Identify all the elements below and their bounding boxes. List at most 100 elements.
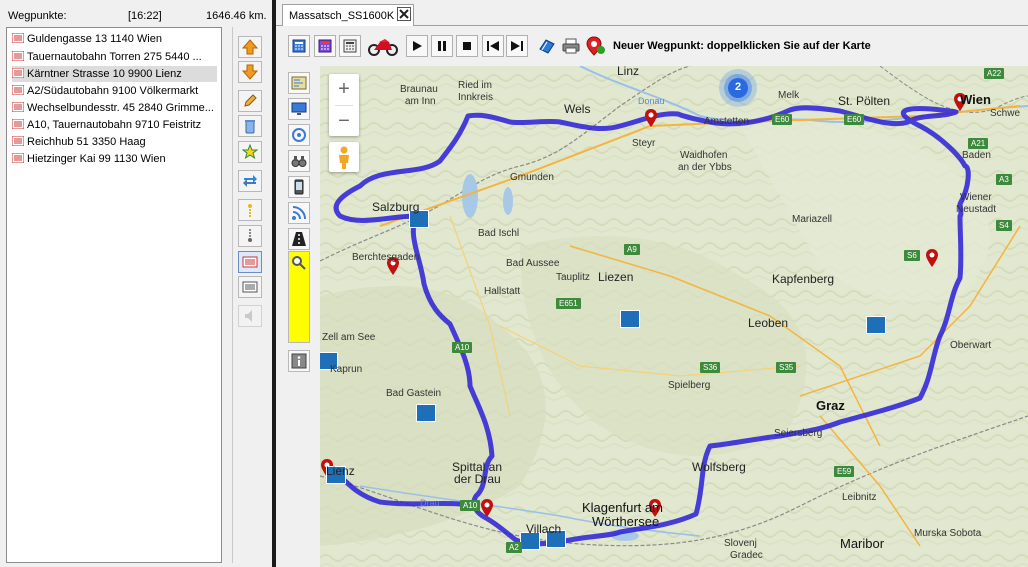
route-map[interactable]: 2 + − Linz Ried im Innkreis Braunau am I…	[320, 66, 1028, 567]
label-baden: Baden	[962, 150, 991, 161]
traffic-camera-icon[interactable]	[416, 404, 436, 422]
reverse-route-button[interactable]	[238, 170, 262, 192]
zoom-control: + −	[329, 74, 359, 136]
tab-route-map[interactable]: Massatsch_SS1600K	[282, 4, 414, 26]
calculate-route-red-button[interactable]	[314, 35, 336, 57]
waypoint-item-7[interactable]: Reichhub 51 3350 Haag	[12, 134, 217, 150]
waypoint-item-2[interactable]: Tauernautobahn Torren 275 5440 ...	[12, 49, 217, 65]
pause-button[interactable]	[431, 35, 453, 57]
route-list-button[interactable]	[238, 276, 262, 298]
calculator-red-icon	[318, 39, 332, 53]
arrow-up-icon	[242, 39, 258, 55]
waypoints-header: Wegpunkte: [16:22] 1646.46 km.	[0, 0, 272, 26]
waypoint-marker-haag[interactable]	[644, 108, 658, 128]
delete-waypoint-button[interactable]	[238, 115, 262, 137]
waypoint-label: A2/Südautobahn 9100 Völkermarkt	[27, 85, 199, 97]
street-view-button[interactable]	[329, 142, 359, 172]
map-tools-toolbar	[286, 68, 314, 378]
label-kapfenberg: Kapfenberg	[772, 272, 835, 286]
label-innkreis: Innkreis	[458, 92, 494, 103]
move-waypoint-up-button[interactable]	[238, 36, 262, 58]
waypoint-flag-icon	[12, 50, 25, 62]
label-bad-ischl: Bad Ischl	[478, 228, 520, 239]
info-button[interactable]	[288, 350, 310, 372]
play-icon	[413, 41, 422, 51]
arrow-down-icon	[242, 64, 258, 80]
waypoint-item-4[interactable]: A2/Südautobahn 9100 Völkermarkt	[12, 83, 217, 99]
traffic-camera-icon[interactable]	[866, 316, 886, 334]
speaker-icon	[245, 310, 252, 322]
edit-waypoint-button[interactable]	[238, 90, 262, 112]
road-button[interactable]	[288, 228, 310, 250]
move-down-icon	[248, 229, 252, 242]
print-button[interactable]	[560, 35, 582, 57]
stop-button[interactable]	[456, 35, 478, 57]
add-waypoint-button[interactable]	[584, 35, 606, 57]
skip-back-button[interactable]	[482, 35, 504, 57]
label-kaprun: Kaprun	[330, 364, 363, 375]
waypoint-marker-grimmenstein[interactable]	[925, 248, 939, 268]
label-villach: Villach	[526, 522, 562, 536]
waypoint-item-8[interactable]: Hietzinger Kai 99 1130 Wien	[12, 151, 217, 167]
tab-close-button[interactable]	[397, 7, 411, 21]
label-leibnitz: Leibnitz	[842, 492, 877, 503]
label-tauplitz: Tauplitz	[556, 272, 590, 283]
edit-note-button[interactable]	[536, 35, 558, 57]
calculate-route-button[interactable]	[288, 35, 310, 57]
label-an-der-ybbs: an der Ybbs	[678, 162, 732, 173]
zoom-out-button[interactable]: −	[329, 106, 359, 136]
map-layer-button[interactable]	[288, 72, 310, 94]
move-up-icon	[248, 204, 252, 217]
label-gmunden: Gmunden	[510, 172, 554, 183]
search-panel[interactable]	[288, 251, 310, 343]
device-button[interactable]	[288, 176, 310, 198]
waypoints-panel: Wegpunkte: [16:22] 1646.46 km. Guldengas…	[0, 0, 272, 567]
pencil-icon	[244, 94, 257, 107]
label-hallstatt: Hallstatt	[484, 286, 521, 297]
step-up-button[interactable]	[238, 199, 262, 221]
route-distance: 1646.46 km.	[206, 10, 267, 22]
binoculars-button[interactable]	[288, 150, 310, 172]
label-steyr: Steyr	[632, 138, 656, 149]
shield-s35: S35	[776, 362, 797, 373]
favorite-waypoint-button[interactable]	[238, 141, 262, 163]
waypoint-item-5[interactable]: Wechselbundesstr. 45 2840 Grimme...	[12, 100, 217, 116]
map-layer-icon	[291, 76, 307, 90]
label-gradec: Gradec	[730, 550, 763, 561]
monitor-button[interactable]	[288, 98, 310, 120]
waypoint-item-1[interactable]: Guldengasse 13 1140 Wien	[12, 31, 217, 47]
marker-cluster[interactable]: 2	[718, 68, 758, 108]
play-button[interactable]	[406, 35, 428, 57]
info-icon	[291, 353, 307, 369]
shield-e651: E651	[556, 298, 581, 309]
skip-forward-button[interactable]	[506, 35, 528, 57]
cluster-count: 2	[734, 81, 742, 93]
waypoint-label: Kärntner Strasse 10 9900 Lienz	[27, 68, 182, 80]
step-down-button[interactable]	[238, 225, 262, 247]
waypoint-marker-feistritz[interactable]	[480, 498, 494, 518]
print-icon	[562, 38, 580, 54]
label-graz: Graz	[816, 398, 845, 413]
label-braunau: Braunau	[400, 84, 438, 95]
vehicle-button[interactable]	[366, 35, 400, 57]
waypoint-list[interactable]: Guldengasse 13 1140 Wien Tauernautobahn …	[6, 27, 222, 563]
traffic-camera-icon[interactable]	[620, 310, 640, 328]
motorcycle-icon	[368, 39, 398, 56]
shield-a10: A10	[452, 342, 473, 353]
shield-a3: A3	[996, 174, 1012, 185]
shield-e60b: E60	[844, 114, 865, 125]
label-drau: Drau	[420, 498, 440, 508]
route-duration: [16:22]	[128, 10, 162, 22]
voice-button[interactable]	[238, 305, 262, 327]
calculate-grid-button[interactable]	[339, 35, 361, 57]
feed-button[interactable]	[288, 202, 310, 224]
move-waypoint-down-button[interactable]	[238, 61, 262, 83]
waypoint-item-6[interactable]: A10, Tauernautobahn 9710 Feistritz	[12, 117, 217, 133]
center-map-button[interactable]	[288, 124, 310, 146]
route-flag-button[interactable]	[238, 251, 262, 273]
zoom-in-button[interactable]: +	[329, 74, 359, 104]
shield-s4: S4	[996, 220, 1012, 231]
waypoint-item-3[interactable]: Kärntner Strasse 10 9900 Lienz	[12, 66, 217, 82]
calculator-icon	[292, 39, 306, 53]
label-st-poelten: St. Pölten	[838, 94, 891, 108]
